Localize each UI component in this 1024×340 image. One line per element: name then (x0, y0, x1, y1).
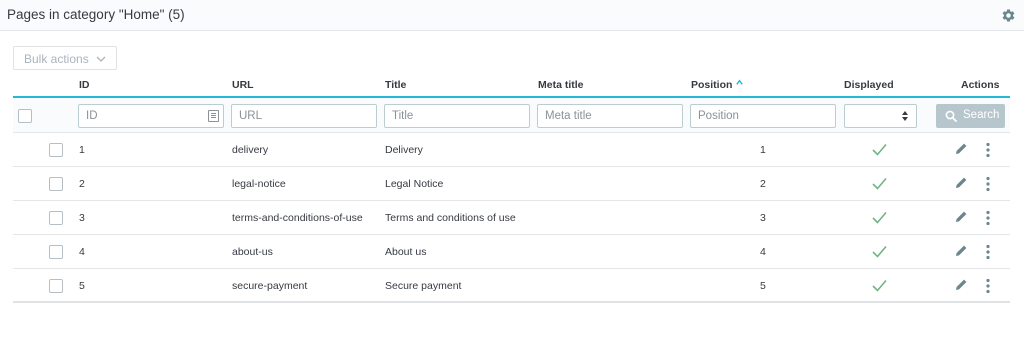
cell-id: 4 (79, 246, 85, 258)
edit-icon[interactable] (955, 210, 968, 223)
cell-title: Delivery (385, 144, 423, 156)
id-card-icon (208, 110, 219, 122)
cell-id: 5 (79, 280, 85, 292)
row-checkbox[interactable] (49, 245, 63, 259)
column-header-actions: Actions (961, 79, 1000, 91)
gear-icon[interactable] (1001, 8, 1016, 23)
check-icon[interactable] (872, 211, 887, 224)
chevron-down-icon (96, 56, 106, 62)
url-filter-input[interactable] (231, 104, 377, 128)
check-icon[interactable] (872, 279, 887, 292)
row-checkbox[interactable] (49, 279, 63, 293)
select-all-checkbox[interactable] (18, 109, 32, 123)
panel-title: Pages in category "Home" (5) (7, 7, 185, 22)
column-header-meta-title[interactable]: Meta title (538, 79, 584, 91)
cell-url: terms-and-conditions-of-use (232, 212, 363, 224)
more-options-icon[interactable] (984, 176, 992, 192)
search-button[interactable]: Search (936, 104, 1005, 128)
cell-position[interactable]: 2 (760, 178, 766, 190)
id-filter-input[interactable] (78, 104, 224, 128)
title-filter-input[interactable] (384, 104, 530, 128)
cell-url: about-us (232, 246, 273, 258)
cell-position[interactable]: 1 (760, 144, 766, 156)
check-icon[interactable] (872, 177, 887, 190)
edit-icon[interactable] (955, 176, 968, 189)
table-row: 3 terms-and-conditions-of-use Terms and … (13, 201, 1010, 235)
column-header-id[interactable]: ID (79, 79, 90, 91)
bulk-actions-button[interactable]: Bulk actions (13, 46, 117, 70)
displayed-filter-select[interactable] (844, 104, 917, 128)
edit-icon[interactable] (955, 142, 968, 155)
more-options-icon[interactable] (984, 278, 992, 294)
table-row: 1 delivery Delivery 1 (13, 133, 1010, 167)
cell-url: delivery (232, 144, 269, 156)
cell-position[interactable]: 4 (760, 246, 766, 258)
cell-title: Legal Notice (385, 178, 444, 190)
table-row: 5 secure-payment Secure payment 5 (13, 269, 1010, 303)
cell-url: legal-notice (232, 178, 286, 190)
row-checkbox[interactable] (49, 211, 63, 225)
search-icon (945, 110, 957, 122)
table-row: 4 about-us About us 4 (13, 235, 1010, 269)
edit-icon[interactable] (955, 244, 968, 257)
meta-title-filter-input[interactable] (537, 104, 683, 128)
column-header-title[interactable]: Title (385, 79, 406, 91)
cell-position[interactable]: 5 (760, 280, 766, 292)
column-header-url[interactable]: URL (232, 79, 254, 91)
cell-id: 2 (79, 178, 85, 190)
column-header-position[interactable]: Position (691, 79, 732, 91)
more-options-icon[interactable] (984, 244, 992, 260)
row-checkbox[interactable] (49, 143, 63, 157)
bulk-actions-label: Bulk actions (24, 52, 89, 66)
column-header-displayed[interactable]: Displayed (844, 79, 894, 91)
cell-title: Secure payment (385, 280, 462, 292)
edit-icon[interactable] (955, 278, 968, 291)
sort-asc-icon[interactable] (735, 78, 744, 87)
search-button-label: Search (963, 109, 1000, 121)
more-options-icon[interactable] (984, 210, 992, 226)
cell-position[interactable]: 3 (760, 212, 766, 224)
check-icon[interactable] (872, 245, 887, 258)
check-icon[interactable] (872, 143, 887, 156)
cell-id: 1 (79, 144, 85, 156)
cell-title: About us (385, 246, 427, 258)
cell-title: Terms and conditions of use (385, 212, 516, 224)
row-checkbox[interactable] (49, 177, 63, 191)
cell-id: 3 (79, 212, 85, 224)
more-options-icon[interactable] (984, 142, 992, 158)
cell-url: secure-payment (232, 280, 308, 292)
position-filter-input[interactable] (690, 104, 836, 128)
table-row: 2 legal-notice Legal Notice 2 (13, 167, 1010, 201)
select-arrows-icon (902, 111, 908, 121)
panel-header: Pages in category "Home" (5) (0, 0, 1024, 31)
